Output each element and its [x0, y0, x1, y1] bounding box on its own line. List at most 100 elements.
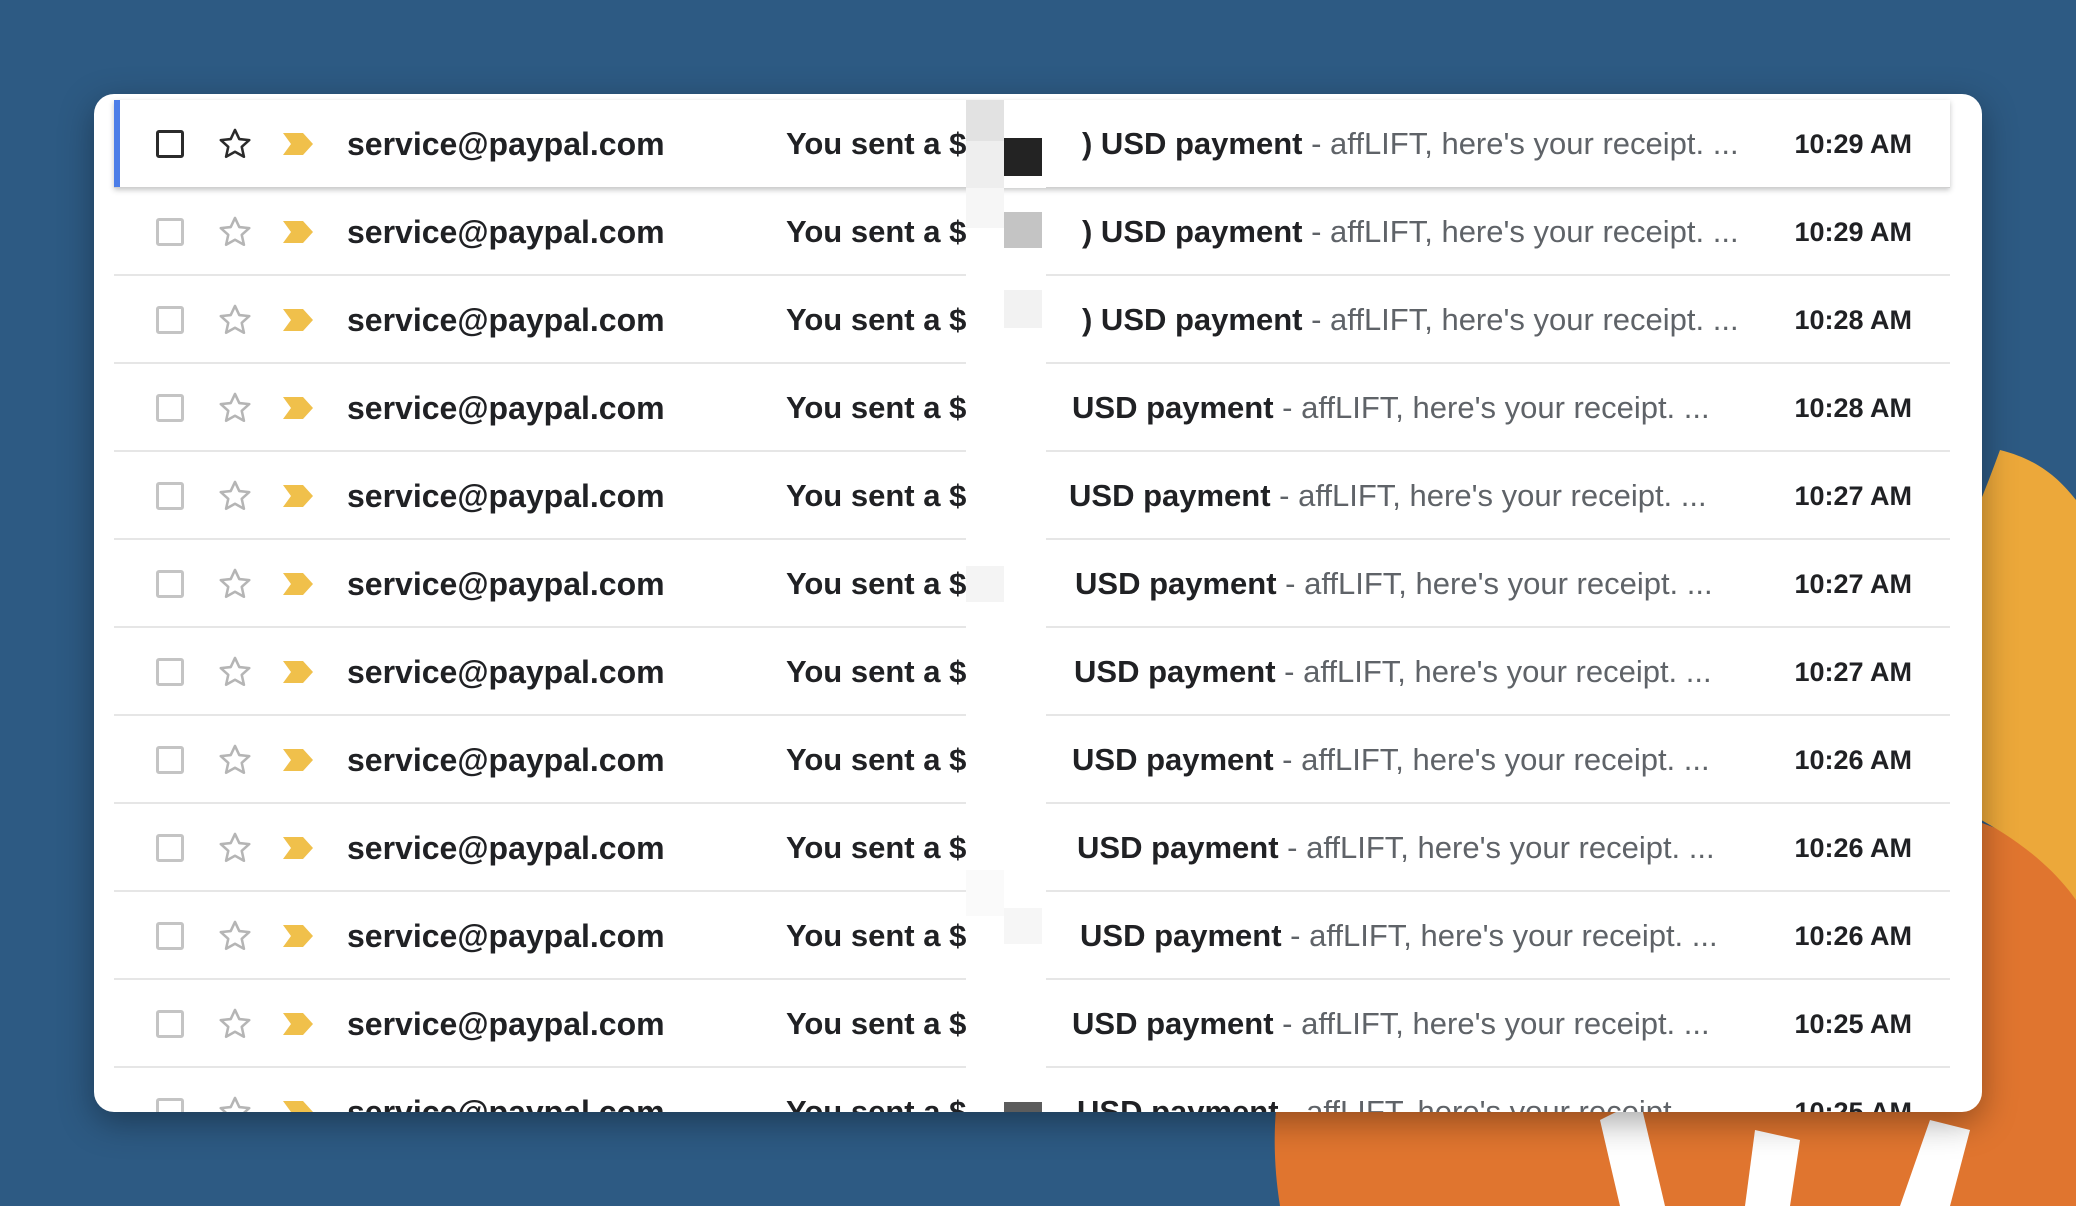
important-marker-icon[interactable] — [283, 749, 313, 771]
snippet-text: - affLIFT, here's your receipt. ... — [1273, 1006, 1710, 1041]
important-marker-icon[interactable] — [283, 221, 313, 243]
checkbox-icon[interactable] — [156, 218, 184, 246]
star-icon[interactable] — [217, 126, 253, 162]
checkbox-icon[interactable] — [156, 482, 184, 510]
snippet-text: - affLIFT, here's your receipt. ... — [1273, 390, 1710, 425]
important-marker-icon[interactable] — [283, 573, 313, 595]
subject-start: You sent a $ — [786, 478, 967, 513]
checkbox-icon[interactable] — [156, 306, 184, 334]
email-list: service@paypal.com You sent a $ ) USD paym… — [114, 100, 1950, 1112]
redaction-pixel — [966, 870, 1004, 916]
received-time: 10:29 AM — [1794, 129, 1912, 159]
subject-start: You sent a $ — [786, 918, 967, 953]
checkbox-icon[interactable] — [156, 570, 184, 598]
checkbox-icon[interactable] — [156, 658, 184, 686]
important-marker-icon[interactable] — [283, 397, 313, 419]
email-row[interactable]: service@paypal.com You sent a $ USD paymen… — [114, 540, 1950, 628]
received-time: 10:27 AM — [1794, 569, 1912, 599]
checkbox-icon[interactable] — [156, 130, 184, 158]
important-marker-icon[interactable] — [283, 133, 313, 155]
important-marker-icon[interactable] — [283, 661, 313, 683]
redaction-pixel — [1004, 290, 1042, 328]
checkbox-icon[interactable] — [156, 1098, 184, 1112]
star-icon[interactable] — [217, 566, 253, 602]
received-time: 10:26 AM — [1794, 921, 1912, 951]
snippet-text: - affLIFT, here's your receipt. ... — [1278, 830, 1715, 865]
email-list-card: service@paypal.com You sent a $ ) USD paym… — [94, 94, 1982, 1112]
email-row[interactable]: service@paypal.com You sent a $ USD paymen… — [114, 364, 1950, 452]
star-icon[interactable] — [217, 1006, 253, 1042]
received-time: 10:28 AM — [1794, 305, 1912, 335]
checkbox-icon[interactable] — [156, 746, 184, 774]
star-icon[interactable] — [217, 1094, 253, 1112]
star-icon[interactable] — [217, 214, 253, 250]
received-time: 10:28 AM — [1794, 393, 1912, 423]
star-icon[interactable] — [217, 830, 253, 866]
sender-name: service@paypal.com — [347, 1006, 665, 1042]
subject-text: USD payment — [1075, 566, 1277, 601]
subject-end: USD payment - affLIFT, here's your recei… — [1072, 980, 1710, 1068]
subject-text: USD payment — [1074, 654, 1276, 689]
email-row[interactable]: service@paypal.com You sent a $ USD paymen… — [114, 628, 1950, 716]
subject-end: USD payment - affLIFT, here's your recei… — [1072, 364, 1710, 452]
redaction-pixel — [966, 100, 1004, 141]
received-time: 10:27 AM — [1794, 481, 1912, 511]
sender-name: service@paypal.com — [347, 830, 665, 866]
subject-end: USD payment - affLIFT, here's your recei… — [1075, 540, 1713, 628]
important-marker-icon[interactable] — [283, 485, 313, 507]
redaction-pixel — [1004, 212, 1042, 248]
important-marker-icon[interactable] — [283, 309, 313, 331]
redaction-block — [966, 628, 1046, 716]
important-marker-icon[interactable] — [283, 837, 313, 859]
sender-name: service@paypal.com — [347, 566, 665, 602]
received-time: 10:26 AM — [1794, 833, 1912, 863]
subject-start: You sent a $ — [786, 830, 967, 865]
subject-text: USD payment — [1077, 1094, 1279, 1112]
redaction-pixel — [1004, 100, 1046, 141]
subject-text: USD payment — [1080, 918, 1282, 953]
received-time: 10:29 AM — [1794, 217, 1912, 247]
sender-name: service@paypal.com — [347, 742, 665, 778]
sender-name: service@paypal.com — [347, 918, 665, 954]
subject-text: USD payment — [1072, 742, 1274, 777]
subject-start: You sent a $ — [786, 1006, 967, 1041]
email-row[interactable]: service@paypal.com You sent a $ USD paymen… — [114, 716, 1950, 804]
star-icon[interactable] — [217, 478, 253, 514]
subject-text: USD payment — [1072, 390, 1274, 425]
subject-end: USD payment - affLIFT, here's your recei… — [1077, 804, 1715, 892]
subject-start: You sent a $ — [786, 1094, 967, 1112]
sender-name: service@paypal.com — [347, 302, 665, 338]
star-icon[interactable] — [217, 390, 253, 426]
subject-start: You sent a $ — [786, 126, 967, 161]
important-marker-icon[interactable] — [283, 925, 313, 947]
sender-name: service@paypal.com — [347, 214, 665, 250]
sender-name: service@paypal.com — [347, 478, 665, 514]
redaction-block — [966, 452, 1046, 540]
checkbox-icon[interactable] — [156, 922, 184, 950]
redaction-pixel — [966, 141, 1004, 188]
received-time: 10:27 AM — [1794, 657, 1912, 687]
subject-end: ) USD payment - affLIFT, here's your rec… — [1082, 276, 1739, 364]
checkbox-icon[interactable] — [156, 1010, 184, 1038]
email-row[interactable]: service@paypal.com You sent a $ USD paymen… — [114, 804, 1950, 892]
important-marker-icon[interactable] — [283, 1101, 313, 1112]
redaction-pixel — [966, 566, 1004, 602]
email-row[interactable]: service@paypal.com You sent a $ USD paymen… — [114, 980, 1950, 1068]
snippet-text: - affLIFT, here's your receipt. ... — [1302, 126, 1739, 161]
subject-start: You sent a $ — [786, 566, 967, 601]
star-icon[interactable] — [217, 742, 253, 778]
subject-start: You sent a $ — [786, 390, 967, 425]
received-time: 10:25 AM — [1794, 1009, 1912, 1039]
received-time: 10:26 AM — [1794, 745, 1912, 775]
star-icon[interactable] — [217, 302, 253, 338]
email-row[interactable]: service@paypal.com You sent a $ USD paymen… — [114, 452, 1950, 540]
subject-end: USD payment - affLIFT, here's your recei… — [1077, 1068, 1715, 1112]
star-icon[interactable] — [217, 918, 253, 954]
checkbox-icon[interactable] — [156, 394, 184, 422]
star-icon[interactable] — [217, 654, 253, 690]
subject-start: You sent a $ — [786, 654, 967, 689]
important-marker-icon[interactable] — [283, 1013, 313, 1035]
subject-text: USD payment — [1072, 1006, 1274, 1041]
checkbox-icon[interactable] — [156, 834, 184, 862]
snippet-text: - affLIFT, here's your receipt. ... — [1302, 214, 1739, 249]
